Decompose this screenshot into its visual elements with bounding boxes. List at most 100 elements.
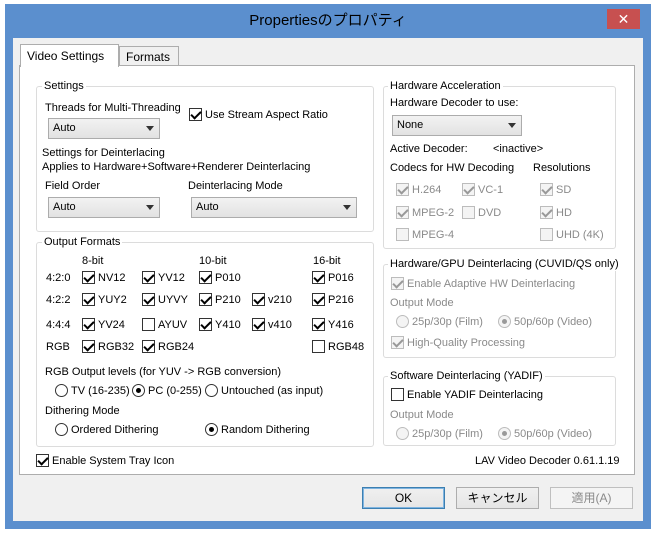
hd-checkbox[interactable]	[540, 206, 553, 219]
tv-label: TV (16-235)	[71, 385, 130, 397]
yv24-label: YV24	[98, 319, 125, 331]
hd-label: HD	[556, 207, 572, 219]
y410-checkbox[interactable]	[199, 318, 212, 331]
rgb48-label: RGB48	[328, 341, 365, 353]
yv24-checkbox[interactable]	[82, 318, 95, 331]
rgb32-checkbox[interactable]	[82, 340, 95, 353]
sw-video-radio[interactable]	[498, 427, 511, 440]
sd-checkbox[interactable]	[540, 183, 553, 196]
untouched-label: Untouched (as input)	[221, 385, 324, 397]
output-formats-title: Output Formats	[42, 236, 123, 249]
col-8bit: 8-bit	[82, 255, 104, 267]
threads-value: Auto	[53, 122, 76, 134]
deint-mode-value: Auto	[196, 201, 219, 213]
v410-checkbox[interactable]	[252, 318, 265, 331]
y416-checkbox[interactable]	[312, 318, 325, 331]
random-dither-radio[interactable]	[205, 423, 218, 436]
uyvy-label: UYVY	[158, 294, 188, 306]
codecs-label: Codecs for HW Decoding	[390, 162, 515, 174]
stream-aspect-label: Use Stream Aspect Ratio	[205, 109, 328, 121]
deint-mode-select[interactable]: Auto	[191, 197, 357, 218]
threads-label: Threads for Multi-Threading	[45, 102, 181, 114]
p016-label: P016	[328, 272, 354, 284]
tab-formats[interactable]: Formats	[119, 46, 179, 66]
p016-checkbox[interactable]	[312, 271, 325, 284]
row-444-label: 4:4:4	[46, 319, 71, 331]
hw-output-mode-label: Output Mode	[390, 297, 454, 309]
stream-aspect-checkbox[interactable]	[189, 108, 202, 121]
v210-checkbox[interactable]	[252, 293, 265, 306]
apply-button[interactable]: 適用(A)	[550, 487, 633, 509]
row-422-label: 4:2:2	[46, 294, 71, 306]
adaptive-hw-deint-checkbox[interactable]	[391, 277, 404, 290]
hw-video-radio[interactable]	[498, 315, 511, 328]
active-decoder-value: <inactive>	[493, 143, 544, 155]
ordered-dither-label: Ordered Dithering	[71, 424, 159, 436]
chevron-down-icon	[146, 205, 154, 210]
nv12-checkbox[interactable]	[82, 271, 95, 284]
deint-heading: Settings for Deinterlacing	[42, 147, 165, 159]
threads-select[interactable]: Auto	[48, 118, 160, 139]
sw-video-label: 50p/60p (Video)	[514, 428, 593, 440]
rgb32-label: RGB32	[98, 341, 135, 353]
rgb24-label: RGB24	[158, 341, 195, 353]
nv12-label: NV12	[98, 272, 126, 284]
vc1-label: VC-1	[478, 184, 504, 196]
row-420-label: 4:2:0	[46, 272, 71, 284]
p216-checkbox[interactable]	[312, 293, 325, 306]
untouched-radio[interactable]	[205, 384, 218, 397]
uhd-checkbox[interactable]	[540, 228, 553, 241]
y416-label: Y416	[328, 319, 354, 331]
hq-processing-checkbox[interactable]	[391, 336, 404, 349]
deint-applies: Applies to Hardware+Software+Renderer De…	[42, 161, 311, 173]
window-title: Propertiesのプロパティ	[249, 12, 407, 29]
sw-film-radio[interactable]	[396, 427, 409, 440]
yv12-checkbox[interactable]	[142, 271, 155, 284]
close-button[interactable]: ✕	[607, 9, 640, 29]
hw-film-radio[interactable]	[396, 315, 409, 328]
dithering-label: Dithering Mode	[45, 405, 120, 417]
mpeg4-checkbox[interactable]	[396, 228, 409, 241]
p210-label: P210	[215, 294, 241, 306]
system-tray-label: Enable System Tray Icon	[52, 455, 175, 467]
hq-processing-label: High-Quality Processing	[407, 337, 525, 349]
rgb24-checkbox[interactable]	[142, 340, 155, 353]
dvd-label: DVD	[478, 207, 502, 219]
hw-decoder-select[interactable]: None	[392, 115, 522, 136]
chevron-down-icon	[508, 123, 516, 128]
ok-button[interactable]: OK	[362, 487, 445, 509]
tv-radio[interactable]	[55, 384, 68, 397]
p216-label: P216	[328, 294, 354, 306]
field-order-value: Auto	[53, 201, 76, 213]
hw-video-label: 50p/60p (Video)	[514, 316, 593, 328]
ayuv-checkbox[interactable]	[142, 318, 155, 331]
h264-checkbox[interactable]	[396, 183, 409, 196]
hw-decoder-label: Hardware Decoder to use:	[390, 97, 519, 109]
mpeg2-label: MPEG-2	[412, 207, 455, 219]
yv12-label: YV12	[158, 272, 185, 284]
mpeg2-checkbox[interactable]	[396, 206, 409, 219]
p010-label: P010	[215, 272, 241, 284]
deint-mode-label: Deinterlacing Mode	[188, 180, 283, 192]
system-tray-checkbox[interactable]	[36, 454, 49, 467]
active-decoder-label: Active Decoder:	[390, 143, 468, 155]
rgb48-checkbox[interactable]	[312, 340, 325, 353]
yadif-checkbox[interactable]	[391, 388, 404, 401]
p210-checkbox[interactable]	[199, 293, 212, 306]
tab-video-settings[interactable]: Video Settings	[20, 44, 119, 67]
rgb-levels-label: RGB Output levels (for YUV -> RGB conver…	[45, 366, 282, 378]
uyvy-checkbox[interactable]	[142, 293, 155, 306]
field-order-select[interactable]: Auto	[48, 197, 160, 218]
uhd-label: UHD (4K)	[556, 229, 604, 241]
hw-deint-title: Hardware/GPU Deinterlacing (CUVID/QS onl…	[388, 258, 621, 271]
vc1-checkbox[interactable]	[462, 183, 475, 196]
chevron-down-icon	[146, 126, 154, 131]
pc-radio[interactable]	[132, 384, 145, 397]
ordered-dither-radio[interactable]	[55, 423, 68, 436]
dvd-checkbox[interactable]	[462, 206, 475, 219]
y410-label: Y410	[215, 319, 241, 331]
yadif-label: Enable YADIF Deinterlacing	[407, 389, 543, 401]
p010-checkbox[interactable]	[199, 271, 212, 284]
cancel-button[interactable]: キャンセル	[456, 487, 539, 509]
yuy2-checkbox[interactable]	[82, 293, 95, 306]
